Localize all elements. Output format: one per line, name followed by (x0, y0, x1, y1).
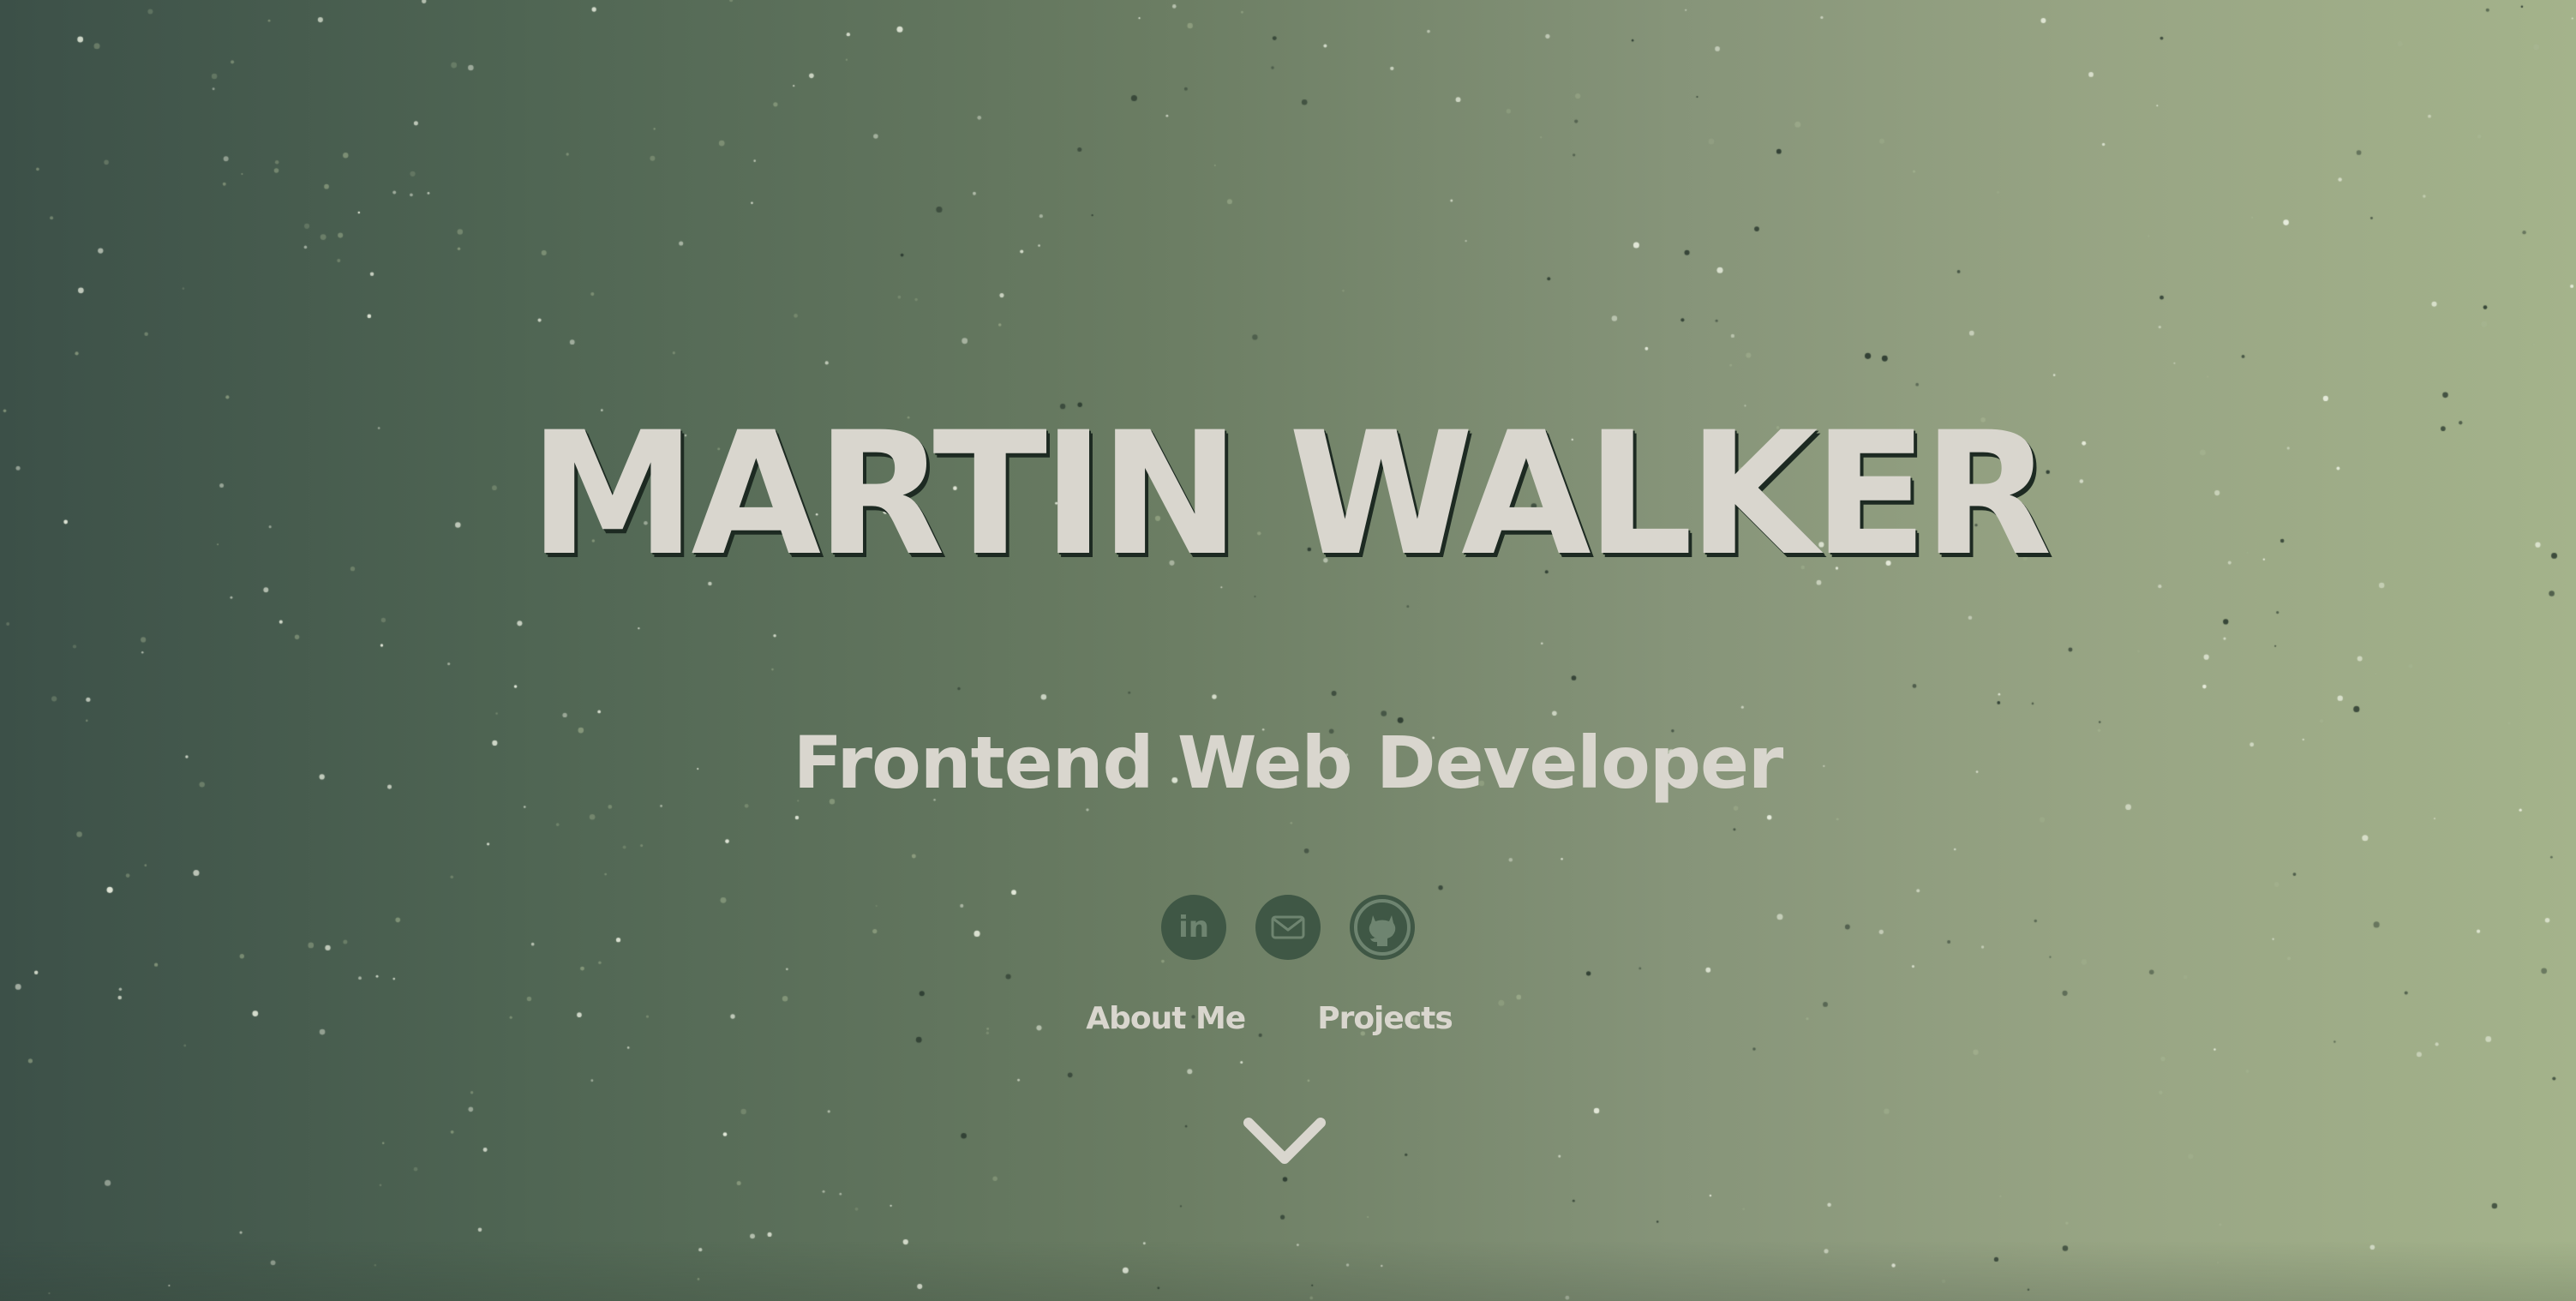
scroll-down-button[interactable] (1242, 1116, 1327, 1169)
hero-subtitle: Frontend Web Developer (793, 721, 1784, 805)
github-icon (1354, 899, 1411, 956)
hero-section: MARTIN WALKER Frontend Web Developer in … (0, 0, 2576, 1301)
email-icon (1271, 915, 1305, 939)
linkedin-icon: in (1178, 910, 1209, 944)
nav-about-me-link[interactable]: About Me (1086, 1001, 1246, 1036)
linkedin-button[interactable]: in (1161, 895, 1226, 960)
nav-projects-link[interactable]: Projects (1317, 1001, 1453, 1036)
github-button[interactable] (1350, 895, 1415, 960)
email-button[interactable] (1255, 895, 1321, 960)
chevron-down-icon (1243, 1118, 1326, 1164)
hero-name: MARTIN WALKER (529, 395, 2052, 593)
social-links: in (0, 895, 2576, 960)
linkedin-glyph: in (1178, 910, 1209, 944)
hero-nav: About Me Projects (0, 1001, 2576, 1036)
